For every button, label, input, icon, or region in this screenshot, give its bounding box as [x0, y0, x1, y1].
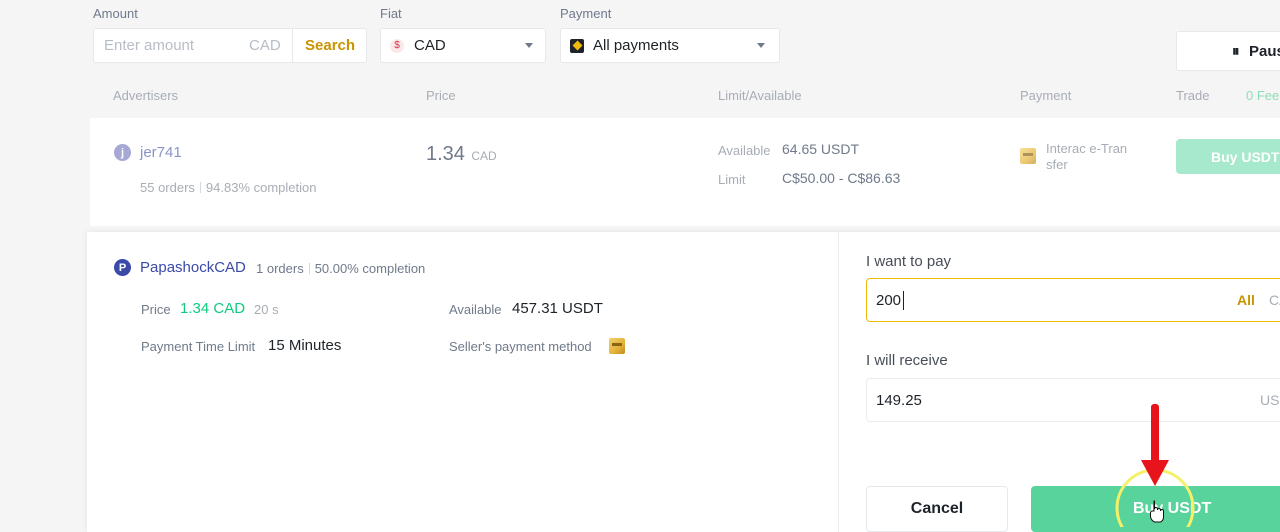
interac-icon [609, 338, 625, 354]
ad-price: 1.34 CAD [426, 143, 497, 166]
orders-count: 55 orders [140, 180, 195, 195]
header-trade: Trade [1176, 88, 1210, 103]
pay-input[interactable]: 200 All CA [866, 278, 1280, 322]
advertiser-name[interactable]: PapashockCAD [140, 259, 246, 276]
pay-value: 200 [876, 291, 902, 309]
header-price: Price [426, 88, 456, 103]
dollar-icon: $ [390, 38, 404, 53]
payment-method-line1: Interac e-Tran [1046, 141, 1128, 156]
advertiser-name[interactable]: jer741 [140, 144, 182, 161]
advertiser-stats: 55 orders 94.83% completion [140, 180, 317, 195]
header-advertisers: Advertisers [113, 88, 179, 103]
completion-rate: 50.00% completion [314, 261, 426, 276]
header-limit: Limit/Available [718, 88, 802, 103]
price-label: Price [141, 302, 171, 317]
all-button[interactable]: All [1237, 292, 1255, 308]
amount-label: Amount [93, 6, 138, 21]
available-label: Available [449, 302, 502, 317]
header-payment: Payment [1020, 88, 1072, 103]
binance-icon [570, 38, 584, 53]
red-arrow-head [1141, 460, 1169, 486]
limit-value: C$50.00 - C$86.63 [782, 170, 901, 186]
seller-method-label: Seller's payment method [449, 339, 592, 354]
available-value: 457.31 USDT [512, 300, 603, 317]
annotation-overlay [1115, 404, 1195, 527]
red-arrow-shaft [1151, 404, 1159, 466]
payment-method: Interac e-Tran sfer [1046, 141, 1127, 173]
payment-select[interactable]: All payments [560, 28, 780, 63]
pause-icon: ⏸ [1232, 42, 1240, 60]
avatar: j [114, 144, 131, 161]
header-fee: 0 Fee [1246, 88, 1280, 103]
receive-unit: US [1260, 392, 1280, 408]
advertiser-stats: 1 orders 50.00% completion [256, 261, 425, 276]
pay-unit: CA [1269, 292, 1280, 308]
card-divider [838, 232, 839, 532]
buy-usdt-button[interactable]: Buy USDT [1176, 139, 1280, 174]
price-value: 1.34 CAD [180, 300, 246, 317]
receive-label: I will receive [866, 352, 948, 369]
pause-label: Paus [1249, 42, 1280, 60]
pause-button[interactable]: ⏸ Paus [1176, 31, 1280, 71]
receive-input[interactable]: 149.25 US [866, 378, 1280, 422]
fiat-select[interactable]: $ CAD [380, 28, 546, 63]
payment-label: Payment [560, 6, 612, 21]
fiat-selected: CAD [414, 37, 446, 54]
orders-count: 1 orders [256, 261, 304, 276]
avatar: P [114, 259, 131, 276]
cancel-button[interactable]: Cancel [866, 486, 1008, 532]
amount-divider [292, 29, 293, 62]
amount-unit: CAD [249, 37, 281, 54]
fiat-label: Fiat [380, 6, 402, 21]
receive-value: 149.25 [876, 391, 922, 409]
pay-label: I want to pay [866, 253, 952, 270]
payment-method-line2: sfer [1046, 157, 1068, 172]
time-limit-value: 15 Minutes [268, 337, 342, 354]
amount-input-group[interactable]: Enter amount CAD Search [93, 28, 367, 63]
time-limit-label: Payment Time Limit [141, 339, 256, 354]
search-button[interactable]: Search [305, 37, 355, 54]
chevron-down-icon [525, 42, 533, 48]
completion-rate: 94.83% completion [205, 180, 317, 195]
text-cursor [903, 291, 904, 310]
hand-cursor-icon [1150, 500, 1164, 523]
available-label: Available [718, 143, 771, 158]
limit-label: Limit [718, 172, 746, 187]
price-value: 1.34 [426, 143, 465, 165]
price-unit: CAD [471, 149, 497, 163]
chevron-down-icon [757, 42, 765, 48]
interac-icon [1020, 148, 1036, 164]
payment-selected: All payments [593, 37, 679, 54]
price-timer: 20 s [254, 302, 279, 317]
amount-input[interactable]: Enter amount [104, 37, 194, 54]
available-value: 64.65 USDT [782, 141, 860, 157]
